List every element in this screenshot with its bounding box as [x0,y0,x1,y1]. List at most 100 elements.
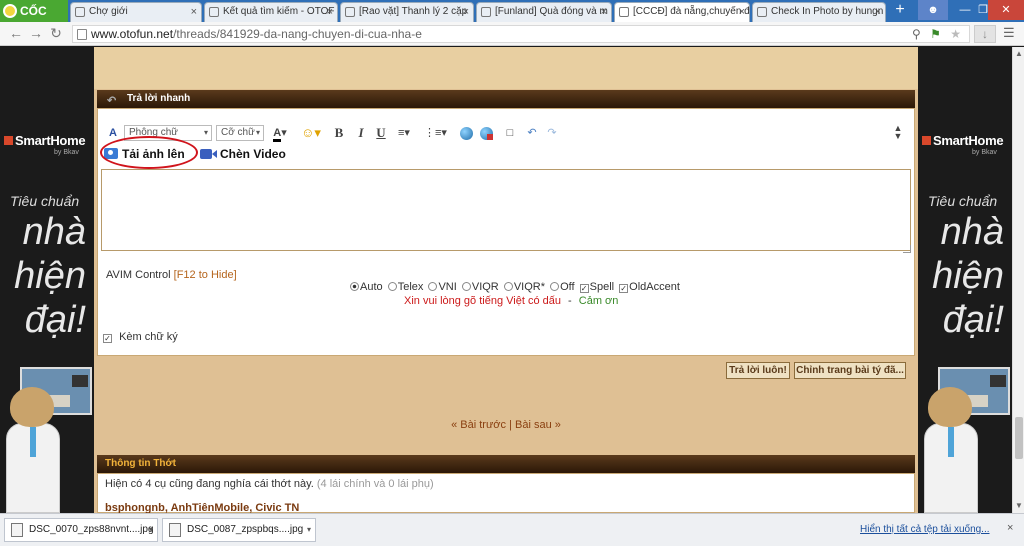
quick-reply-title: Trả lời nhanh [127,93,191,104]
translate-icon[interactable]: ⚑ [930,27,941,41]
scroll-up-arrow-icon[interactable]: ▲ [1015,49,1023,58]
radio-button[interactable] [503,282,513,291]
tab-rao-vat[interactable]: [Rao vặt] Thanh lý 2 cặp × [340,2,474,22]
redo-icon[interactable]: ↷ [544,124,560,142]
tab-close-icon[interactable]: × [601,3,607,21]
align-icon[interactable]: ≡▾ [394,124,414,142]
tab-close-icon[interactable]: × [463,3,469,21]
advanced-edit-button[interactable]: Chỉnh trang bài tý đã... [794,362,906,379]
tab-funland[interactable]: [Funland] Quà đóng và m × [476,2,612,22]
viewers-text: Hiện có 4 cụ cũng đang nghía cái thớt nà… [105,478,434,490]
tab-favicon-icon [481,7,491,17]
close-shelf-icon[interactable]: × [1007,522,1013,534]
radio-button[interactable] [428,282,438,291]
tab-close-icon[interactable]: × [191,3,197,21]
submit-reply-button[interactable]: Trả lời luôn! [726,362,790,379]
ad-brand: SmartHome [922,133,1004,148]
checkbox[interactable]: ✓ [579,284,589,293]
thread-info-header: Thông tin Thớt [97,455,915,473]
download-arrow-icon[interactable]: ↓ [974,25,996,43]
avim-hide-hint[interactable]: [F12 to Hide] [174,269,237,281]
radio-button[interactable] [387,282,397,291]
search-icon[interactable]: ⚲ [912,27,921,41]
video-camera-icon [200,149,212,159]
scroll-down-arrow-icon[interactable]: ▼ [1015,501,1023,510]
show-all-downloads-link[interactable]: Hiển thị tất cả tệp tải xuống... [860,524,990,535]
user-profile-button[interactable]: ☻ [918,0,948,20]
font-size-select[interactable]: Cỡ chữ ▾ [216,125,264,141]
avim-option-oldaccent[interactable]: ✓ OldAccent [619,281,680,293]
page-icon [77,29,87,40]
bold-icon[interactable]: B [332,124,346,142]
smarthome-logo-icon [4,136,13,145]
editor-toolbar: A Phông chữ ▾ Cỡ chữ ▾ A▾ ☺▾ B I U ≡▾ ⋮≡▾ … [104,124,910,142]
underline-icon[interactable]: U [374,124,388,142]
tab-close-icon[interactable]: × [327,3,333,21]
remove-link-icon[interactable] [478,124,494,142]
avim-message-separator: - [568,295,572,307]
red-highlight-circle [100,136,198,169]
tab-ket-qua-tim-kiem[interactable]: Kết quả tìm kiếm - OTOF × [204,2,338,22]
menu-icon[interactable]: ☰ [1003,25,1017,41]
download-filename: DSC_0087_zpspbqs....jpg [187,524,304,535]
address-bar[interactable]: www.otofun.net/threads/841929-da-nang-ch… [72,25,970,43]
ad-by-label: by Bkav [972,149,997,156]
download-item[interactable]: DSC_0070_zps88nvnt....jpg ▾ [4,518,158,542]
tab-close-icon[interactable]: × [739,3,745,21]
tab-check-in-photo[interactable]: Check In Photo by hungn × [752,2,886,22]
previous-thread-link[interactable]: « Bài trước [451,419,506,431]
undo-icon[interactable]: ↶ [524,124,540,142]
quote-icon[interactable]: □ [502,124,518,142]
upload-image-button[interactable]: Tải ảnh lên [100,136,198,169]
scrollbar-thumb[interactable] [1015,417,1023,459]
list-icon[interactable]: ⋮≡▾ [424,124,447,142]
message-editor[interactable] [101,169,911,251]
star-icon[interactable]: ★ [950,27,961,41]
download-menu-icon[interactable]: ▾ [149,519,153,541]
signature-checkbox[interactable]: ✓ [103,334,112,343]
editor-resize-handle[interactable] [903,245,911,253]
avim-option-auto[interactable]: Auto [350,281,383,293]
tab-title: Kết quả tìm kiếm - OTOF [223,6,335,17]
tab-cho-gioi[interactable]: Chợ giới × [70,2,202,22]
download-item[interactable]: DSC_0087_zpspbqs....jpg ▾ [162,518,316,542]
avim-title: AVIM Control [106,269,171,281]
text-color-icon[interactable]: A▾ [268,124,292,142]
avim-option-spell[interactable]: ✓ Spell [579,281,614,293]
navigation-bar: ← → ↻ www.otofun.net/threads/841929-da-n… [0,22,1024,46]
avim-option-vni[interactable]: VNI [428,281,457,293]
avim-option-viqr[interactable]: VIQR [461,281,499,293]
avim-option-off[interactable]: Off [550,281,575,293]
checkbox[interactable]: ✓ [619,284,629,293]
signature-label: Kèm chữ ký [119,331,178,343]
ad-mascot-image [920,387,982,513]
left-side-ad[interactable]: SmartHome by Bkav Tiêu chuẩn nhà hiện đạ… [0,47,94,513]
signature-option[interactable]: ✓ Kèm chữ ký [103,331,178,343]
back-arrow-icon[interactable]: ← [8,25,24,41]
tab-cccd-active[interactable]: [CCCĐ] đà nẵng,chuyến đ × [614,2,750,23]
avim-option-viqr-star[interactable]: VIQR* [503,281,545,293]
vertical-scrollbar[interactable]: ▲ ▼ [1012,47,1024,513]
image-file-icon [169,523,181,537]
reload-icon[interactable]: ↻ [48,25,64,41]
viewer-usernames[interactable]: bsphongnb, AnhTiênMobile, Civic TN [105,502,299,513]
window-close-button[interactable]: ✕ [988,0,1024,20]
insert-link-icon[interactable] [458,124,474,142]
tab-close-icon[interactable]: × [875,3,881,21]
browser-tab-strip: CỐC CỐC Chợ giới × Kết quả tìm kiếm - OT… [0,0,1024,40]
resize-toggle-icon[interactable]: ▲ ▼ [892,124,904,142]
insert-video-button[interactable]: Chèn Video [200,145,300,163]
radio-button[interactable] [461,282,471,291]
smiley-icon[interactable]: ☺▾ [300,124,322,142]
browser-logo[interactable]: CỐC CỐC [0,0,68,40]
download-menu-icon[interactable]: ▾ [307,519,311,541]
avim-option-telex[interactable]: Telex [387,281,423,293]
radio-button[interactable] [350,282,359,291]
right-side-ad[interactable]: SmartHome by Bkav Tiêu chuẩn nhà hiện đạ… [918,47,1012,513]
ad-mascot-image [2,387,64,513]
next-thread-link[interactable]: Bài sau » [515,419,561,431]
radio-button[interactable] [550,282,560,291]
forward-arrow-icon[interactable]: → [28,25,44,41]
new-tab-button[interactable]: + [889,2,911,20]
italic-icon[interactable]: I [354,124,368,142]
